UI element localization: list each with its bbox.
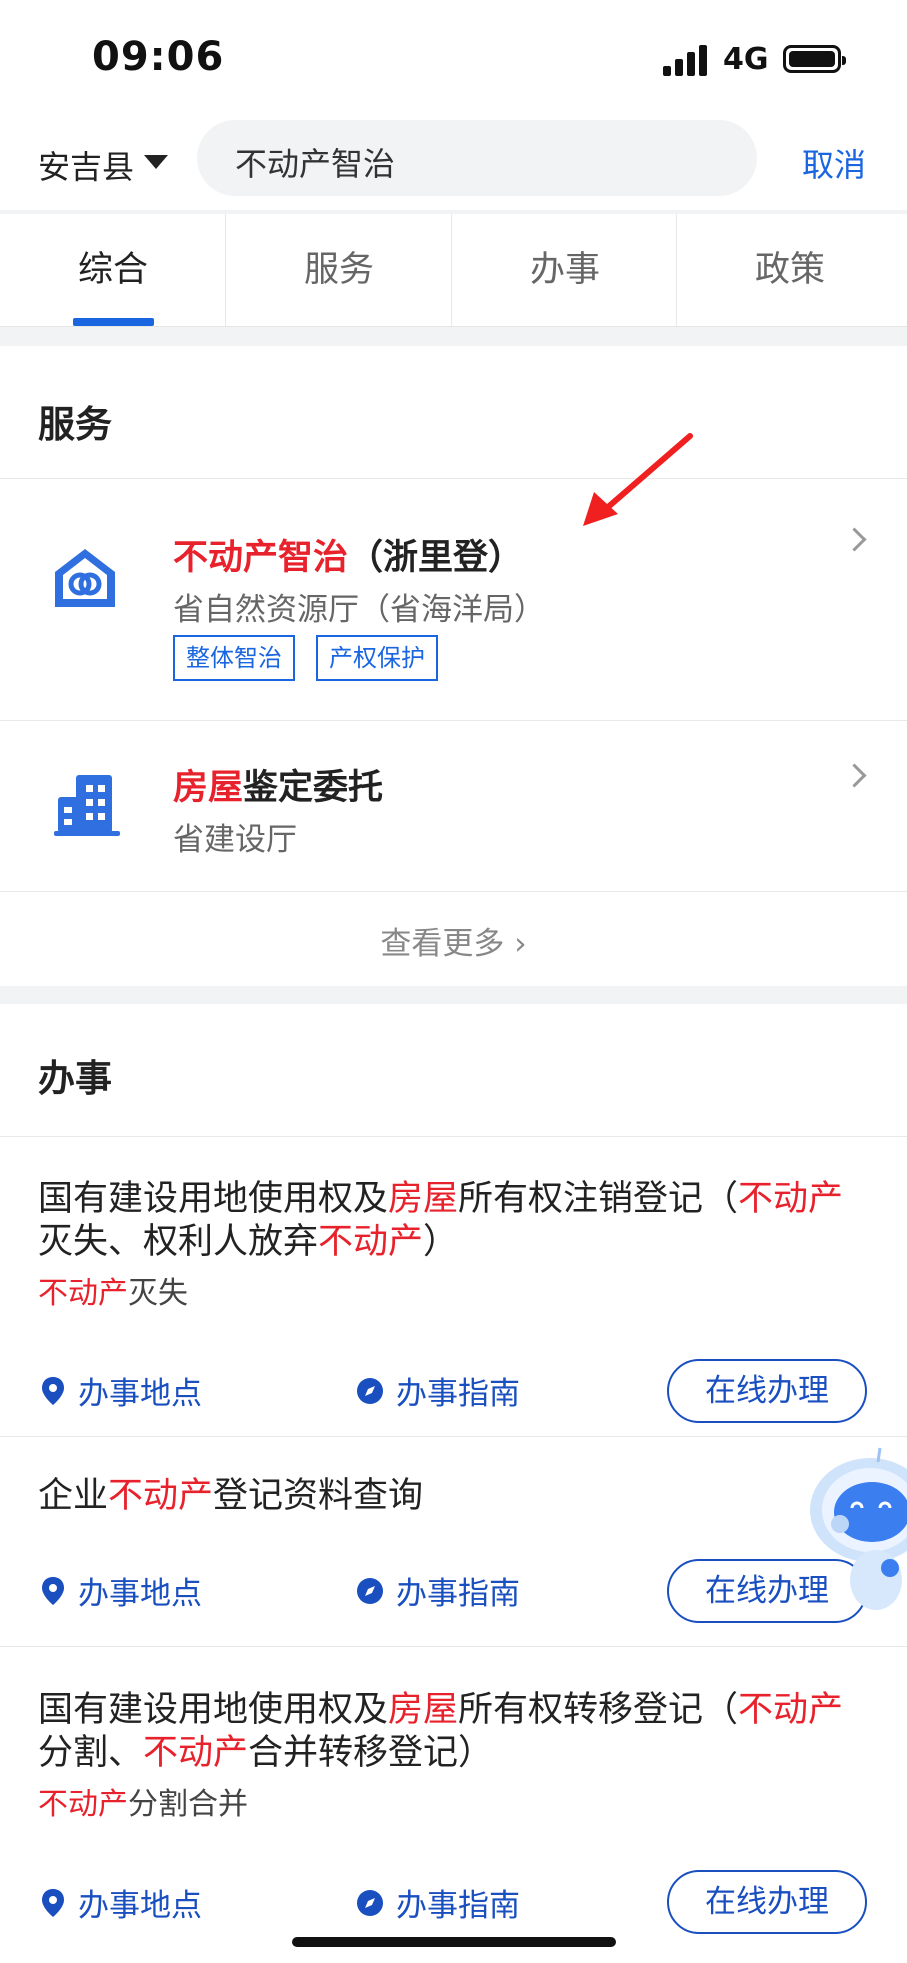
affair-title: 国有建设用地使用权及房屋所有权注销登记（不动产灭失、权利人放弃不动产） [38, 1178, 878, 1264]
tab-services[interactable]: 服务 [226, 214, 452, 326]
tab-affairs[interactable]: 办事 [452, 214, 678, 326]
affair-item-2[interactable]: 企业不动产登记资料查询 办事地点 办事指南 在线办理 [0, 1437, 907, 1645]
guide-action[interactable]: 办事指南 [356, 1880, 520, 1925]
chevron-right-icon [842, 763, 867, 788]
keyword-highlight: 不动产 [143, 1733, 249, 1773]
location-pin-icon [42, 1576, 64, 1605]
keyword-highlight: 不动产 [318, 1222, 424, 1262]
location-action[interactable]: 办事地点 [40, 1880, 202, 1925]
top-bar: 09:06 4G 安吉县 不动产智治 取消 [0, 0, 907, 210]
affairs-section: 办事 国有建设用地使用权及房屋所有权注销登记（不动产灭失、权利人放弃不动产） 不… [0, 1004, 907, 1963]
text-segment: 分割、 [38, 1733, 144, 1773]
location-action-label: 办事地点 [78, 1576, 202, 1612]
chevron-right-icon: › [514, 926, 527, 962]
service-title-highlight: 房屋 [173, 768, 244, 808]
text-segment: 合并转移登记） [248, 1733, 494, 1773]
search-value[interactable]: 不动产智治 [235, 139, 395, 185]
compass-icon [357, 1577, 383, 1604]
compass-icon [357, 1377, 383, 1404]
cancel-button[interactable]: 取消 [802, 140, 866, 186]
keyword-highlight: 不动产 [738, 1690, 844, 1730]
divider [0, 891, 907, 892]
house-link-icon [55, 549, 115, 607]
text-segment: 灭失、权利人放弃 [38, 1222, 319, 1262]
chevron-right-icon [842, 527, 867, 552]
tab-bar: 综合 服务 办事 政策 [0, 214, 907, 327]
location-action[interactable]: 办事地点 [40, 1568, 202, 1613]
service-title: 不动产智治（浙里登） [173, 529, 523, 580]
search-input[interactable]: 不动产智治 [197, 120, 757, 196]
affair-subtitle: 不动产灭失 [38, 1268, 188, 1312]
service-title-highlight: 不动产智治 [173, 538, 349, 578]
guide-action-label: 办事指南 [396, 1888, 520, 1924]
affair-title: 国有建设用地使用权及房屋所有权转移登记（不动产分割、不动产合并转移登记） [38, 1689, 878, 1775]
signal-icon [663, 44, 709, 76]
affair-title: 企业不动产登记资料查询 [38, 1475, 878, 1518]
service-title-rest: （浙里登） [348, 538, 524, 578]
text-segment: 登记资料查询 [213, 1476, 424, 1516]
guide-action-label: 办事指南 [396, 1376, 520, 1412]
keyword-highlight: 房屋 [388, 1179, 459, 1219]
service-tag: 整体智治 [173, 635, 295, 681]
service-subtitle: 省自然资源厅（省海洋局） [173, 592, 545, 628]
services-section: 服务 不动产智治（浙里登） 省自然资源厅（省海洋局） 整体智治 产权保护 房屋鉴… [0, 346, 907, 986]
online-apply-button[interactable]: 在线办理 [667, 1870, 867, 1934]
text-segment: 灭失 [128, 1276, 188, 1311]
location-action[interactable]: 办事地点 [40, 1368, 202, 1413]
text-segment: 国有建设用地使用权及 [38, 1179, 389, 1219]
view-more-button[interactable]: 查看更多 › [0, 918, 907, 963]
guide-action-label: 办事指南 [396, 1576, 520, 1612]
section-title-affairs: 办事 [38, 1057, 112, 1100]
keyword-highlight: 不动产 [108, 1476, 214, 1516]
online-apply-button[interactable]: 在线办理 [667, 1359, 867, 1423]
affair-subtitle: 不动产分割合并 [38, 1779, 248, 1823]
network-label: 4G [723, 42, 769, 77]
location-action-label: 办事地点 [78, 1888, 202, 1924]
service-item-2[interactable]: 房屋鉴定委托 省建设厅 [0, 721, 907, 891]
text-segment: ） [423, 1222, 459, 1262]
guide-action[interactable]: 办事指南 [356, 1568, 520, 1613]
active-tab-indicator [73, 318, 154, 326]
affair-item-1[interactable]: 国有建设用地使用权及房屋所有权注销登记（不动产灭失、权利人放弃不动产） 不动产灭… [0, 1137, 907, 1440]
keyword-highlight: 不动产 [738, 1179, 844, 1219]
guide-action[interactable]: 办事指南 [356, 1368, 520, 1413]
text-segment: 分割合并 [128, 1787, 248, 1822]
section-title-services: 服务 [38, 403, 112, 446]
home-indicator [292, 1937, 616, 1947]
keyword-highlight: 不动产 [38, 1787, 128, 1822]
tab-policy[interactable]: 政策 [677, 214, 903, 326]
keyword-highlight: 房屋 [388, 1690, 459, 1730]
service-item-1[interactable]: 不动产智治（浙里登） 省自然资源厅（省海洋局） 整体智治 产权保护 [0, 479, 907, 720]
compass-icon [357, 1889, 383, 1916]
status-time: 09:06 [92, 34, 225, 80]
service-title: 房屋鉴定委托 [173, 759, 383, 810]
keyword-highlight: 不动产 [38, 1276, 128, 1311]
location-pin-icon [42, 1888, 64, 1917]
view-more-label: 查看更多 [380, 926, 505, 962]
tab-overall[interactable]: 综合 [0, 214, 226, 326]
location-action-label: 办事地点 [78, 1376, 202, 1412]
text-segment: 所有权注销登记（ [458, 1179, 739, 1219]
service-tag: 产权保护 [316, 635, 438, 681]
annotation-arrow-icon [583, 433, 693, 526]
location-pin-icon [42, 1376, 64, 1405]
service-title-rest: 鉴定委托 [243, 768, 384, 808]
text-segment: 所有权转移登记（ [458, 1690, 739, 1730]
battery-icon [783, 45, 846, 73]
location-selector[interactable]: 安吉县 [38, 142, 134, 188]
text-segment: 国有建设用地使用权及 [38, 1690, 389, 1730]
text-segment: 企业 [38, 1476, 109, 1516]
caret-down-icon[interactable] [144, 155, 168, 169]
assistant-robot-icon[interactable] [800, 1428, 907, 1618]
affair-item-3[interactable]: 国有建设用地使用权及房屋所有权转移登记（不动产分割、不动产合并转移登记） 不动产… [0, 1647, 907, 1963]
service-subtitle: 省建设厅 [173, 822, 297, 858]
building-icon [54, 775, 120, 836]
